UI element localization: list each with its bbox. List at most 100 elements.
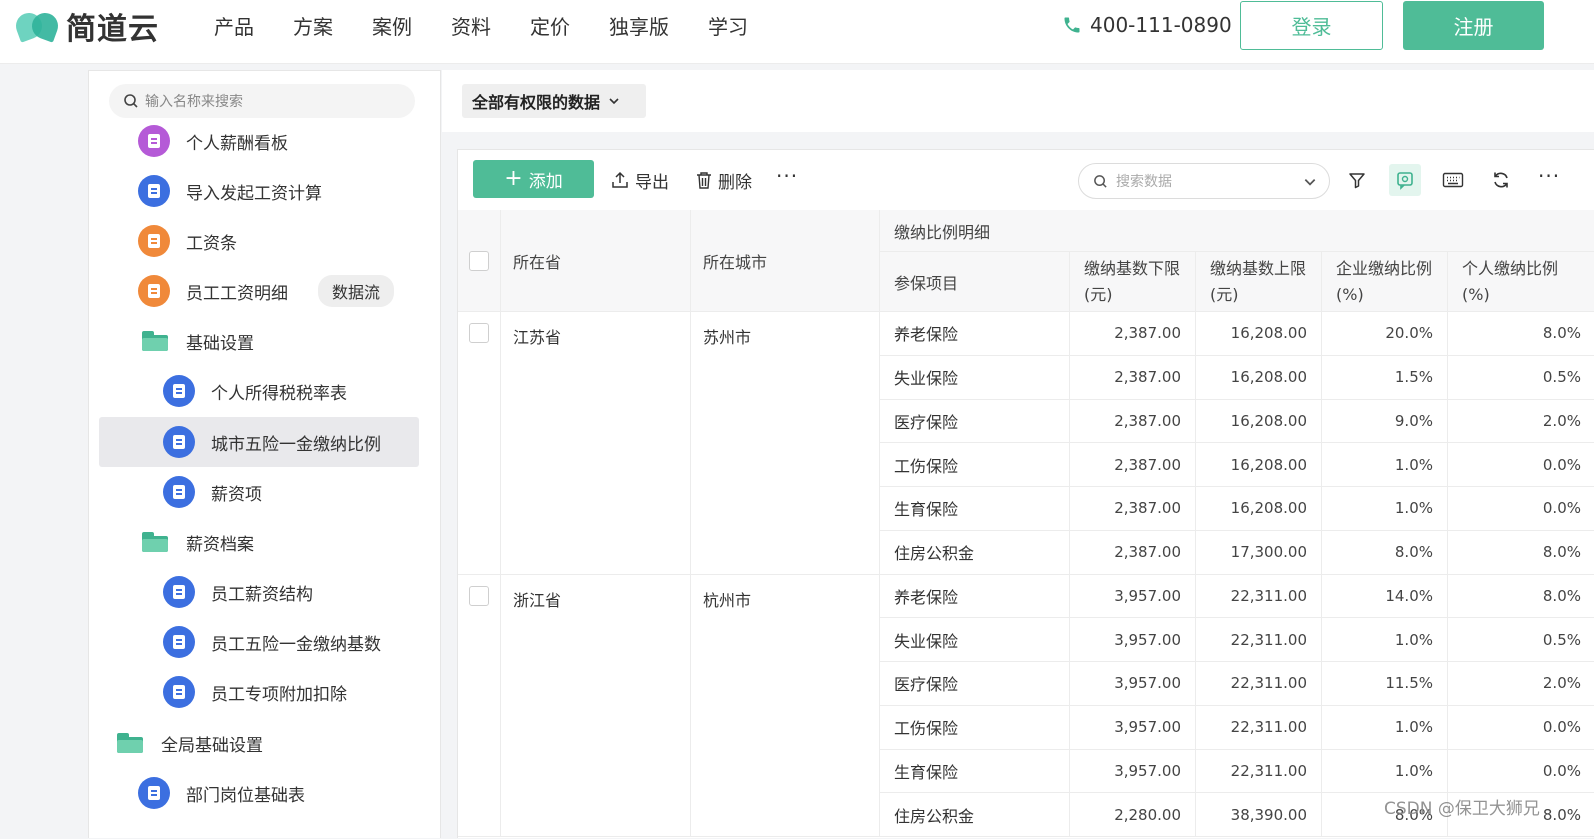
cell-company-rate[interactable]: 9.0% <box>1322 399 1448 444</box>
nav-item-resources[interactable]: 资料 <box>451 11 491 40</box>
sidebar-folder-global-settings[interactable]: 全局基础设置 <box>113 718 418 768</box>
cell-personal-rate[interactable]: 8.0% <box>1448 531 1594 575</box>
column-header-company-rate[interactable]: 企业缴纳比例 (%) <box>1322 252 1448 312</box>
nav-item-dedicated[interactable]: 独享版 <box>609 11 669 40</box>
column-header-personal-rate[interactable]: 个人缴纳比例 (%) <box>1448 252 1594 312</box>
nav-item-solution[interactable]: 方案 <box>293 11 333 40</box>
cell-company-rate[interactable]: 8.0% <box>1322 530 1448 575</box>
cell-base-upper[interactable]: 38,390.00 <box>1196 793 1322 837</box>
filter-button[interactable] <box>1341 164 1373 196</box>
sidebar-item-salary-structure[interactable]: 员工薪资结构 <box>163 567 418 617</box>
cell-base-upper[interactable]: 22,311.00 <box>1196 574 1322 619</box>
cell-personal-rate[interactable]: 2.0% <box>1448 662 1594 706</box>
column-header-item[interactable]: 参保项目 <box>880 252 1070 312</box>
nav-item-pricing[interactable]: 定价 <box>530 11 570 40</box>
column-header-base-upper[interactable]: 缴纳基数上限 (元) <box>1196 252 1322 312</box>
cell-base-upper[interactable]: 16,208.00 <box>1196 487 1322 531</box>
cell-base-upper[interactable]: 16,208.00 <box>1196 399 1322 444</box>
cell-item[interactable]: 医疗保险 <box>880 662 1070 706</box>
register-button[interactable]: 注册 <box>1403 1 1544 50</box>
cell-item[interactable]: 工伤保险 <box>880 705 1070 750</box>
cell-personal-rate[interactable]: 8.0% <box>1448 312 1594 356</box>
sidebar-item-salary-dashboard[interactable]: 个人薪酬看板 <box>138 116 418 166</box>
cell-company-rate[interactable]: 1.0% <box>1322 487 1448 531</box>
sidebar-item-insurance-base[interactable]: 员工五险一金缴纳基数 <box>163 617 418 667</box>
sidebar-item-salary-items[interactable]: 薪资项 <box>163 467 418 517</box>
sidebar-folder-basic-settings[interactable]: 基础设置 <box>138 316 418 366</box>
keyboard-button[interactable] <box>1437 164 1469 196</box>
column-header-city[interactable]: 所在城市 <box>691 210 880 312</box>
cell-company-rate[interactable]: 1.0% <box>1322 443 1448 487</box>
cell-base-upper[interactable]: 22,311.00 <box>1196 662 1322 706</box>
cell-item[interactable]: 工伤保险 <box>880 443 1070 487</box>
cell-base-lower[interactable]: 2,387.00 <box>1070 530 1196 575</box>
sidebar-item-city-insurance-rate[interactable]: 城市五险一金缴纳比例 <box>99 417 419 467</box>
cell-personal-rate[interactable]: 0.5% <box>1448 356 1594 400</box>
cell-base-lower[interactable]: 2,280.00 <box>1070 793 1196 837</box>
cell-item[interactable]: 住房公积金 <box>880 793 1070 837</box>
nav-item-case[interactable]: 案例 <box>372 11 412 40</box>
cell-company-rate[interactable]: 11.5% <box>1322 662 1448 706</box>
cell-base-lower[interactable]: 2,387.00 <box>1070 312 1196 356</box>
more-options-button[interactable]: ··· <box>1538 164 1560 188</box>
sidebar-item-tax-rate[interactable]: 个人所得税税率表 <box>163 366 418 416</box>
sidebar-item-salary-detail[interactable]: 员工工资明细 数据流 <box>138 266 418 316</box>
cell-base-upper[interactable]: 16,208.00 <box>1196 355 1322 400</box>
add-button[interactable]: + 添加 <box>473 160 594 198</box>
cell-item[interactable]: 生育保险 <box>880 749 1070 794</box>
row-checkbox[interactable] <box>469 323 489 343</box>
cell-company-rate[interactable]: 1.0% <box>1322 705 1448 750</box>
cell-base-lower[interactable]: 2,387.00 <box>1070 487 1196 531</box>
cell-company-rate[interactable]: 1.5% <box>1322 355 1448 400</box>
sidebar-item-department-positions[interactable]: 部门岗位基础表 <box>138 768 418 818</box>
cell-base-upper[interactable]: 22,311.00 <box>1196 705 1322 750</box>
cell-personal-rate[interactable]: 0.0% <box>1448 750 1594 794</box>
brand-logo[interactable]: 简道云 <box>12 6 159 47</box>
cell-personal-rate[interactable]: 0.0% <box>1448 706 1594 750</box>
cell-base-upper[interactable]: 17,300.00 <box>1196 530 1322 575</box>
cell-base-upper[interactable]: 22,311.00 <box>1196 749 1322 794</box>
cell-company-rate[interactable]: 14.0% <box>1322 574 1448 619</box>
cell-item[interactable]: 失业保险 <box>880 618 1070 662</box>
cell-province[interactable]: 浙江省 <box>501 574 691 837</box>
cell-base-lower[interactable]: 2,387.00 <box>1070 443 1196 487</box>
column-header-province[interactable]: 所在省 <box>501 210 691 312</box>
more-actions-button[interactable]: ··· <box>776 164 798 188</box>
cell-base-lower[interactable]: 2,387.00 <box>1070 355 1196 400</box>
sidebar-item-special-deduction[interactable]: 员工专项附加扣除 <box>163 667 418 717</box>
cell-item[interactable]: 住房公积金 <box>880 530 1070 575</box>
row-checkbox[interactable] <box>469 585 489 606</box>
comment-view-button[interactable] <box>1389 164 1421 196</box>
sidebar-item-import-payroll[interactable]: 导入发起工资计算 <box>138 166 418 216</box>
cell-item[interactable]: 养老保险 <box>880 574 1070 619</box>
cell-base-lower[interactable]: 3,957.00 <box>1070 749 1196 794</box>
export-button[interactable]: 导出 <box>611 167 669 193</box>
cell-city[interactable]: 杭州市 <box>691 574 880 837</box>
cell-base-lower[interactable]: 3,957.00 <box>1070 662 1196 706</box>
data-search-input[interactable]: 搜索数据 <box>1078 163 1330 199</box>
cell-item[interactable]: 养老保险 <box>880 312 1070 356</box>
cell-base-lower[interactable]: 3,957.00 <box>1070 705 1196 750</box>
view-selector[interactable]: 全部有权限的数据 <box>462 84 646 118</box>
column-header-base-lower[interactable]: 缴纳基数下限 (元) <box>1070 252 1196 312</box>
sidebar-folder-salary-archive[interactable]: 薪资档案 <box>138 517 418 567</box>
dataflow-tag[interactable]: 数据流 <box>318 275 395 307</box>
sidebar-search-input[interactable]: 输入名称来搜索 <box>109 84 415 118</box>
cell-personal-rate[interactable]: 0.5% <box>1448 618 1594 662</box>
cell-item[interactable]: 失业保险 <box>880 355 1070 400</box>
delete-button[interactable]: 删除 <box>696 167 752 193</box>
cell-personal-rate[interactable]: 8.0% <box>1448 575 1594 619</box>
cell-base-upper[interactable]: 22,311.00 <box>1196 618 1322 662</box>
cell-company-rate[interactable]: 20.0% <box>1322 312 1448 356</box>
cell-personal-rate[interactable]: 2.0% <box>1448 400 1594 444</box>
cell-province[interactable]: 江苏省 <box>501 312 691 575</box>
cell-base-lower[interactable]: 3,957.00 <box>1070 618 1196 662</box>
refresh-button[interactable] <box>1485 164 1517 196</box>
cell-item[interactable]: 生育保险 <box>880 487 1070 531</box>
cell-personal-rate[interactable]: 0.0% <box>1448 443 1594 487</box>
select-all-checkbox[interactable] <box>469 250 489 271</box>
login-button[interactable]: 登录 <box>1240 1 1383 50</box>
cell-company-rate[interactable]: 1.0% <box>1322 749 1448 794</box>
cell-personal-rate[interactable]: 0.0% <box>1448 487 1594 531</box>
cell-base-lower[interactable]: 3,957.00 <box>1070 574 1196 619</box>
